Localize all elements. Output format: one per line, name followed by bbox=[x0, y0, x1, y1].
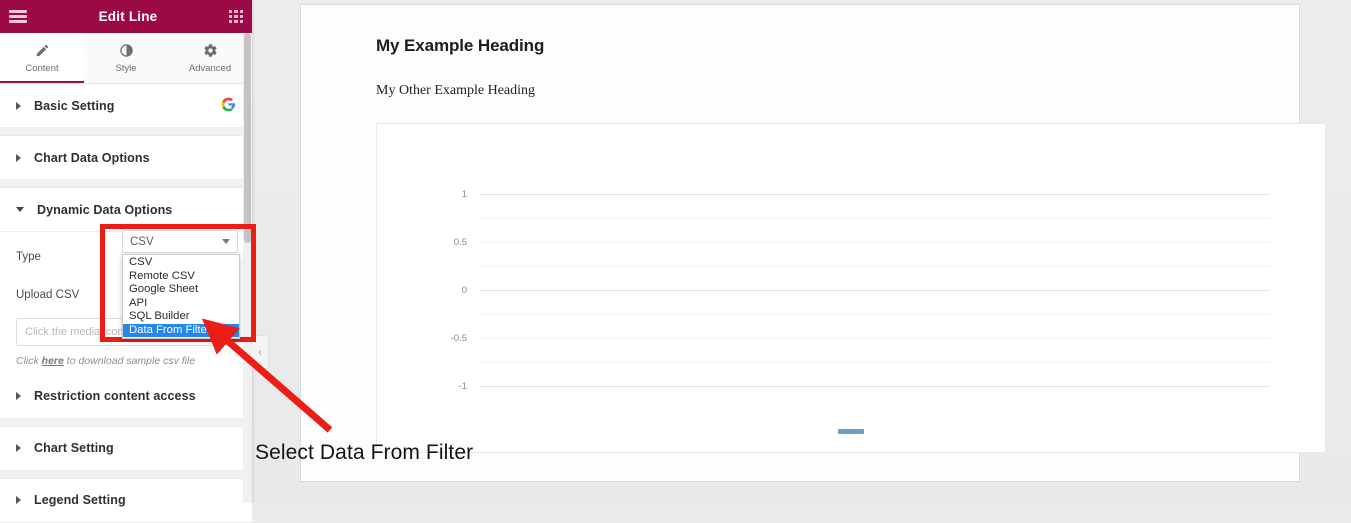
gridline-minor bbox=[480, 218, 1270, 219]
tab-content-label: Content bbox=[25, 62, 59, 74]
gridline-minor bbox=[480, 314, 1270, 315]
panel-title: Edit Line bbox=[98, 9, 158, 24]
sidebar-item-legend-setting-label: Legend Setting bbox=[34, 493, 126, 508]
dropdown-option-csv[interactable]: CSV bbox=[123, 256, 239, 270]
google-g-icon bbox=[221, 97, 236, 114]
y-axis-tick: 0.5 bbox=[453, 237, 467, 248]
page-heading-primary: My Example Heading bbox=[376, 36, 545, 55]
sidebar-item-chart-setting-label: Chart Setting bbox=[34, 441, 114, 456]
page-heading-secondary: My Other Example Heading bbox=[376, 83, 536, 98]
y-axis-tick: -1 bbox=[458, 381, 467, 392]
panel-scrollbar-thumb[interactable] bbox=[244, 33, 251, 243]
dropdown-option-api[interactable]: API bbox=[123, 297, 239, 311]
sidebar-item-legend-setting[interactable]: Legend Setting bbox=[0, 478, 252, 523]
gridline-major bbox=[480, 194, 1270, 195]
gear-icon bbox=[203, 43, 217, 57]
chevron-right-icon bbox=[16, 153, 21, 162]
tab-content[interactable]: Content bbox=[0, 33, 84, 83]
chart-legend[interactable] bbox=[377, 429, 1325, 434]
sidebar-item-chart-setting[interactable]: Chart Setting bbox=[0, 426, 252, 471]
sidebar-item-basic-setting-label: Basic Setting bbox=[34, 98, 115, 113]
section-divider bbox=[0, 470, 252, 479]
upload-csv-placeholder: Click the media icon t bbox=[25, 326, 130, 338]
tab-advanced[interactable]: Advanced bbox=[168, 33, 252, 83]
chevron-down-icon bbox=[16, 207, 24, 212]
tab-style-label: Style bbox=[115, 62, 137, 74]
gridline-minor bbox=[480, 266, 1270, 267]
pencil-icon bbox=[36, 44, 48, 56]
annotation-label: Select Data From Filter bbox=[255, 441, 474, 464]
preview-page: My Example Heading My Other Example Head… bbox=[300, 4, 1326, 482]
tab-style[interactable]: Style bbox=[84, 33, 168, 83]
hamburger-icon[interactable] bbox=[9, 10, 27, 23]
chevron-right-icon bbox=[16, 392, 21, 401]
sidebar-item-restriction-content-access-label: Restriction content access bbox=[34, 389, 196, 404]
sample-csv-hint: Click here to download sample csv file bbox=[16, 355, 236, 369]
type-select[interactable]: CSV bbox=[122, 230, 238, 253]
tab-advanced-label: Advanced bbox=[188, 62, 232, 74]
type-select-dropdown[interactable]: CSV Remote CSV Google Sheet API SQL Buil… bbox=[122, 254, 240, 339]
panel-scrollbar[interactable] bbox=[243, 33, 252, 503]
panel-tabs: Content Style Advanced bbox=[0, 33, 252, 84]
sidebar-item-basic-setting[interactable]: Basic Setting bbox=[0, 84, 252, 128]
dropdown-option-data-from-filter[interactable]: Data From Filter bbox=[123, 323, 239, 337]
contrast-circle-icon bbox=[119, 43, 133, 57]
hint-text-before: Click bbox=[16, 355, 42, 367]
type-select-value: CSV bbox=[130, 235, 154, 248]
y-axis-tick: -0.5 bbox=[450, 333, 467, 344]
section-divider bbox=[0, 128, 252, 136]
gridline-minor bbox=[480, 338, 1270, 339]
preview-canvas: My Example Heading My Other Example Head… bbox=[252, 0, 1351, 503]
sidebar-item-dynamic-data-options-label: Dynamic Data Options bbox=[37, 202, 173, 217]
gridline-minor bbox=[480, 362, 1270, 363]
type-label: Type bbox=[16, 251, 41, 263]
sidebar-item-chart-data-options-label: Chart Data Options bbox=[34, 150, 150, 165]
gridline-major bbox=[480, 386, 1270, 387]
y-axis-tick: 1 bbox=[461, 189, 467, 200]
panel-collapse-handle[interactable]: ‹ bbox=[252, 335, 269, 369]
panel-header: Edit Line bbox=[0, 0, 252, 33]
chevron-right-icon bbox=[16, 444, 21, 453]
grid-apps-icon[interactable] bbox=[229, 9, 243, 24]
chevron-right-icon bbox=[16, 101, 21, 110]
dropdown-option-google-sheet[interactable]: Google Sheet bbox=[123, 283, 239, 297]
gridline-minor bbox=[480, 242, 1270, 243]
upload-csv-label: Upload CSV bbox=[16, 289, 80, 301]
download-sample-link[interactable]: here bbox=[42, 355, 64, 367]
y-axis-tick: 0 bbox=[461, 285, 467, 296]
section-divider bbox=[0, 418, 252, 427]
sidebar-item-dynamic-data-options[interactable]: Dynamic Data Options bbox=[0, 188, 252, 232]
sidebar-item-restriction-content-access[interactable]: Restriction content access bbox=[0, 374, 252, 419]
hint-text-after: to download sample csv file bbox=[63, 355, 196, 367]
chevron-down-icon bbox=[222, 239, 230, 244]
dropdown-option-sql-builder[interactable]: SQL Builder bbox=[123, 310, 239, 324]
gridline-major bbox=[480, 290, 1270, 291]
dropdown-option-remote-csv[interactable]: Remote CSV bbox=[123, 270, 239, 284]
section-divider bbox=[0, 180, 252, 188]
sidebar-item-chart-data-options[interactable]: Chart Data Options bbox=[0, 136, 252, 180]
legend-swatch bbox=[838, 429, 864, 434]
chart-widget[interactable]: 1 0.5 0 -0.5 -1 bbox=[376, 123, 1326, 453]
